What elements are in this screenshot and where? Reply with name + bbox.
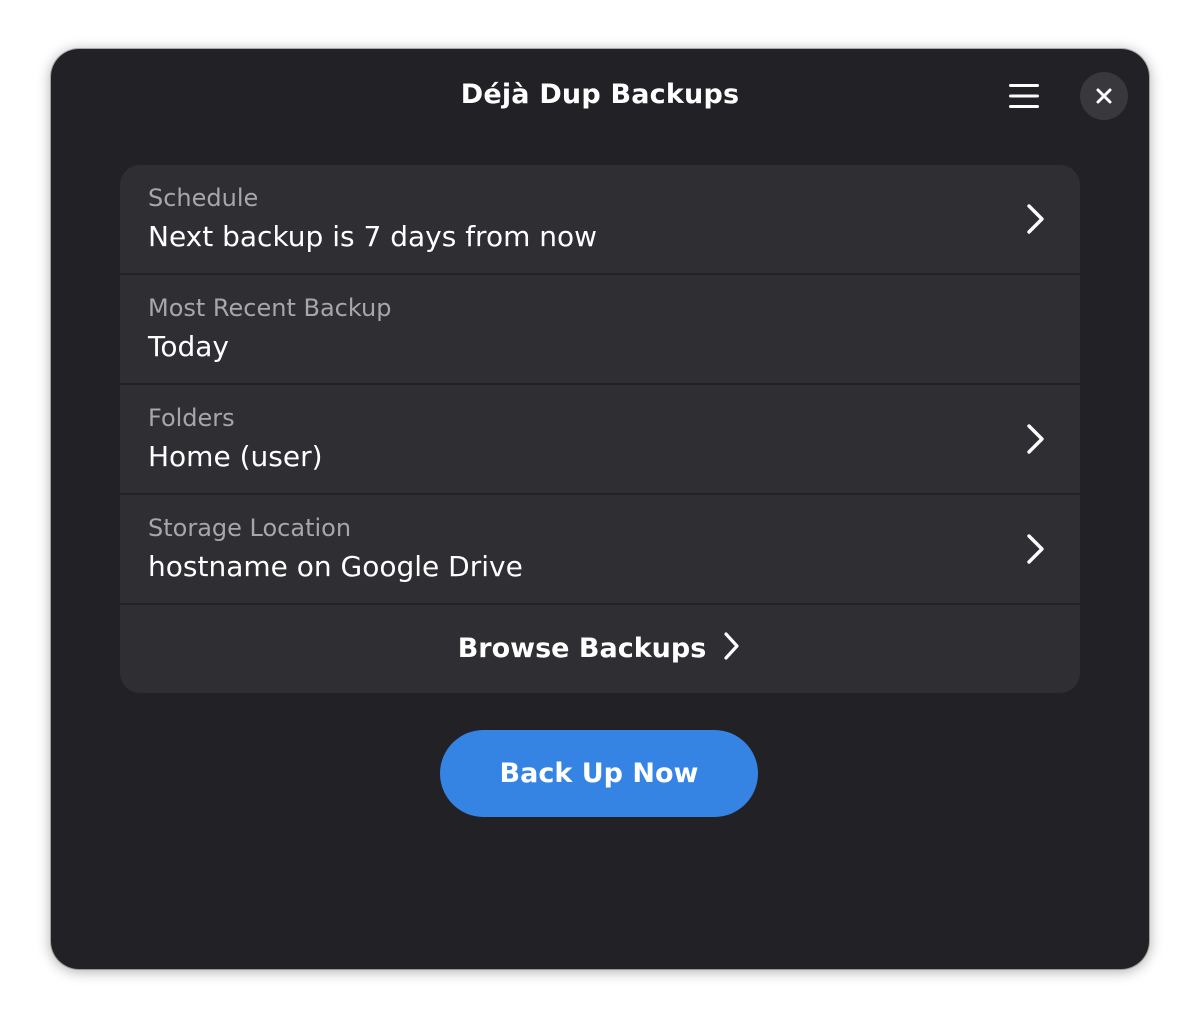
header-bar: Déjà Dup Backups [51,49,1149,145]
browse-backups-label: Browse Backups [457,633,707,664]
backup-settings-list: Schedule Next backup is 7 days from now … [120,165,1080,693]
back-up-now-button[interactable]: Back Up Now [440,730,758,817]
row-subtitle: Storage Location [148,514,352,542]
chevron-right-icon [1027,424,1044,454]
app-window: Déjà Dup Backups Schedule Next backup is… [51,49,1149,969]
row-title: Today [148,330,229,363]
window-title: Déjà Dup Backups [460,79,740,110]
hamburger-menu-icon [1009,84,1039,108]
chevron-right-icon [1027,204,1044,234]
row-title: Home (user) [148,440,323,473]
close-icon [1096,88,1112,104]
chevron-right-icon [724,632,739,660]
main-menu-button[interactable] [995,75,1053,117]
row-storage-location[interactable]: Storage Location hostname on Google Driv… [120,495,1080,605]
row-subtitle: Folders [148,404,235,432]
browse-backups-button[interactable]: Browse Backups [120,605,1080,693]
row-most-recent-backup: Most Recent Backup Today [120,275,1080,385]
row-subtitle: Schedule [148,184,259,212]
chevron-right-icon [1027,534,1044,564]
row-title: Next backup is 7 days from now [148,220,598,253]
close-window-button[interactable] [1080,72,1128,120]
row-folders[interactable]: Folders Home (user) [120,385,1080,495]
row-subtitle: Most Recent Backup [148,294,392,322]
row-schedule[interactable]: Schedule Next backup is 7 days from now [120,165,1080,275]
browse-backups-content: Browse Backups [120,631,1080,664]
row-title: hostname on Google Drive [148,550,523,583]
